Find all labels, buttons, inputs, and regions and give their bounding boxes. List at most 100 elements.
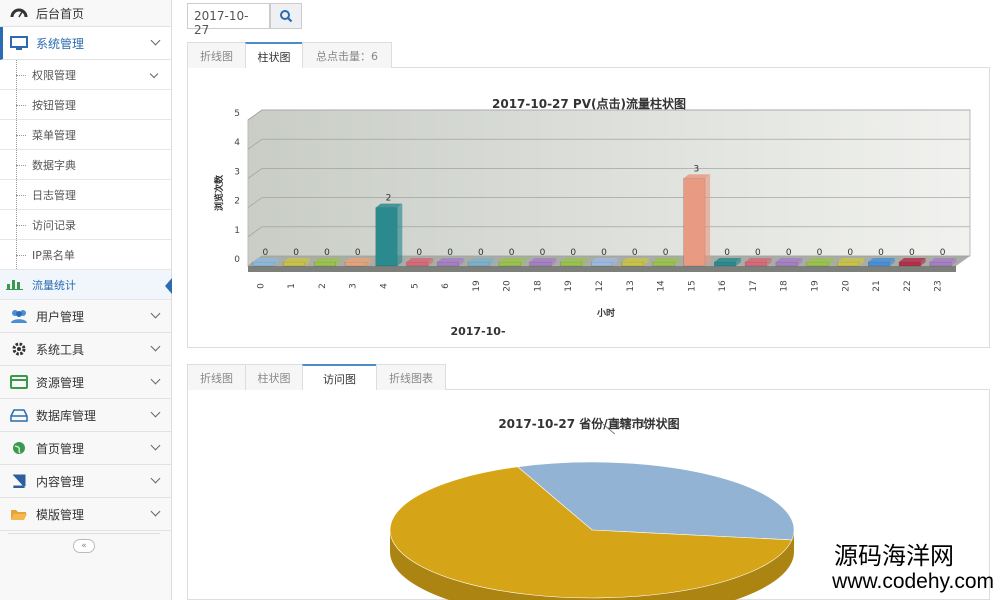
date-input[interactable]: 2017-10-27 [187,3,270,37]
sidebar-collapse-button[interactable]: « [73,538,95,553]
hard-drive-icon [10,408,28,422]
x-tick-label: 20 [503,280,513,292]
bar [590,261,614,267]
chevron-down-icon [150,407,161,418]
bar-chart-icon [6,276,24,293]
sidebar-subitem-label: 按钮管理 [32,98,76,112]
sidebar-subitem[interactable]: 权限管理 [0,60,171,90]
sidebar-item[interactable]: 后台首页 [0,0,171,27]
bar [744,261,767,267]
x-tick-label: 19 [564,280,574,292]
x-tick-label: 12 [595,280,605,291]
plot-floor-edge [248,266,956,272]
bar-data-label: 0 [909,248,915,258]
bar-side [705,174,711,266]
bar [652,261,675,267]
sidebar-subitem-label: 数据字典 [32,158,76,172]
chevron-down-icon [150,35,161,46]
chevron-down-icon [150,473,161,484]
bar [837,261,860,267]
sidebar-item[interactable]: 数据库管理 [0,399,171,432]
sidebar-subitem-label: 访问记录 [32,218,76,232]
x-tick-label: 16 [718,280,728,292]
x-tick-label: 19 [472,280,482,292]
sidebar-subitem[interactable]: 访问记录 [0,210,171,240]
tab[interactable]: 折线图表 [376,364,446,390]
book-icon [10,474,28,489]
sidebar-item[interactable]: 系统管理 [0,27,171,60]
bar-data-label: 3 [693,164,699,174]
bar [283,261,306,267]
search-button[interactable] [270,3,302,29]
sidebar-subitem-label: IP黑名单 [32,248,75,262]
x-tick-label: 2 [318,283,328,289]
bar-data-label: 0 [878,248,884,258]
sidebar-item[interactable]: 资源管理 [0,366,171,399]
x-tick-label: 20 [841,280,851,292]
bar [313,261,336,267]
chevron-down-icon [150,374,161,385]
chevron-down-icon [150,308,161,319]
sidebar-subitem-label: 日志管理 [32,188,76,202]
bar [375,207,398,267]
bar [621,261,644,267]
x-tick-label: 13 [626,280,636,291]
bar [560,261,583,267]
x-tick-label: 15 [687,280,697,291]
current-indicator [165,278,172,294]
x-tick-label: 14 [657,280,667,292]
bar-chart-panel: 2017-10-27 PV(点击)流量柱状图 0 1 2 3 4 5 浏览次数 0 0 0 1 0 2 0 3… [187,68,990,348]
tab[interactable]: 柱状图 [245,42,303,69]
sidebar-subitem[interactable]: 日志管理 [0,180,171,210]
globe-icon [10,441,28,455]
sidebar-subitem-label: 权限管理 [32,68,76,82]
bar-data-label: 0 [663,248,669,258]
x-tick-label: 5 [410,283,420,289]
x-tick-label: 1 [287,283,297,289]
bar-data-label: 0 [324,248,330,258]
y-tick-label: 5 [234,109,240,119]
bar [898,261,921,267]
watermark-url: www.codehy.com [832,570,994,593]
bar-chart: 2017-10-27 PV(点击)流量柱状图012345浏览次数00010203… [213,96,971,338]
x-tick-label: 18 [780,280,790,292]
sidebar-item-label: 资源管理 [36,375,85,390]
bar [498,261,521,267]
bar-side [397,203,403,266]
sidebar-item[interactable]: 模版管理 [0,498,171,531]
monitor-icon [10,36,28,50]
chart-tabs-bottom: 折线图 柱状图 访问图 折线图表 [187,360,990,391]
credit-card-icon [10,375,28,389]
bar-chart-title: 2017-10-27 PV(点击)流量柱状图 [492,96,686,111]
sidebar-item-label: 系统管理 [36,36,85,51]
sidebar-subitem[interactable]: 流量统计 [0,270,172,300]
tab[interactable]: 柱状图 [245,364,303,390]
y-tick-label: 1 [234,226,240,236]
folder-open-icon [10,507,28,521]
bar-data-label: 0 [786,248,792,258]
bar-data-label: 0 [940,248,946,258]
tab[interactable]: 访问图 [302,364,377,391]
sidebar-subitem[interactable]: 按钮管理 [0,90,171,120]
sidebar-subitem[interactable]: 数据字典 [0,150,171,180]
sidebar-item[interactable]: 系统工具 [0,333,171,366]
bar-data-label: 0 [263,248,269,258]
sidebar-subitem[interactable]: 菜单管理 [0,120,171,150]
x-tick-label: 18 [533,280,543,292]
bar [406,261,429,267]
sidebar-item[interactable]: 首页管理 [0,432,171,465]
bar-data-label: 0 [570,248,576,258]
bar-data-label: 0 [817,248,823,258]
sidebar-item[interactable]: 用户管理 [0,300,171,333]
tab[interactable]: 折线图 [187,42,246,68]
tab[interactable]: 总点击量：6 [302,42,392,68]
sidebar-item[interactable]: 内容管理 [0,465,171,498]
y-axis-label: 浏览次数 [213,174,225,211]
sidebar-subitem[interactable]: IP黑名单 [0,240,171,270]
x-tick-label: 21 [872,280,882,291]
tab[interactable]: 折线图 [187,364,246,390]
sidebar: 后台首页系统管理权限管理按钮管理菜单管理数据字典日志管理访问记录 IP黑名单流量统… [0,0,172,600]
x-tick-label: 19 [810,280,820,292]
search-icon [280,10,293,23]
sidebar-item-label: 数据库管理 [36,408,97,423]
